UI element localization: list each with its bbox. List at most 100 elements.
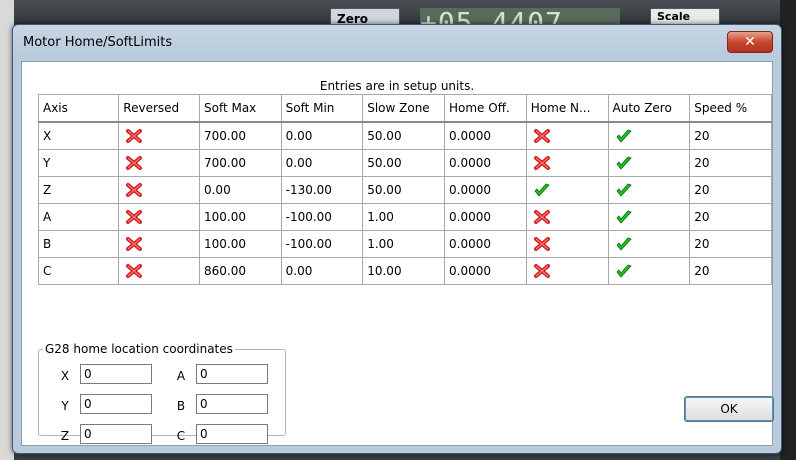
home-offset-cell[interactable]: 0.0000: [444, 149, 527, 177]
home-neg-cell[interactable]: [525, 230, 609, 258]
table-row[interactable]: A 100.00 -100.00 1.00 0.0000 20: [37, 203, 772, 231]
g28-a-label: A: [176, 369, 186, 383]
background-right-edge: [780, 0, 796, 460]
g28-y-input[interactable]: [80, 394, 152, 414]
dialog-titlebar[interactable]: Motor Home/SoftLimits ✕: [13, 25, 781, 61]
green-check-icon: [615, 209, 633, 225]
reversed-cell[interactable]: [118, 203, 200, 231]
g28-b-input[interactable]: [196, 394, 268, 414]
soft-min-cell[interactable]: 0.00: [280, 121, 364, 150]
auto-zero-cell[interactable]: [607, 230, 691, 258]
g28-legend: G28 home location coordinates: [45, 342, 233, 356]
g28-b-label: B: [176, 399, 186, 413]
table-row[interactable]: X 700.00 0.00 50.00 0.0000 20: [37, 121, 772, 150]
speed-cell[interactable]: 20: [689, 176, 772, 204]
soft-min-cell[interactable]: -130.00: [280, 176, 364, 204]
reversed-cell[interactable]: [118, 230, 200, 258]
home-offset-cell[interactable]: 0.0000: [444, 121, 527, 150]
green-check-icon: [615, 128, 633, 144]
speed-cell[interactable]: 20: [689, 121, 772, 150]
red-x-icon: [533, 236, 551, 252]
reversed-cell[interactable]: [118, 176, 200, 204]
g28-c-input[interactable]: [196, 424, 268, 444]
green-check-icon: [615, 155, 633, 171]
soft-min-cell[interactable]: 0.00: [280, 257, 364, 285]
speed-cell[interactable]: 20: [689, 203, 772, 231]
table-row[interactable]: Z 0.00 -130.00 50.00 0.0000 20: [37, 176, 772, 204]
column-header-axis[interactable]: Axis: [37, 94, 120, 123]
auto-zero-cell[interactable]: [607, 257, 691, 285]
slow-zone-cell[interactable]: 50.00: [362, 121, 445, 150]
soft-max-cell[interactable]: 0.00: [198, 176, 282, 204]
motor-home-softlimits-dialog: Motor Home/SoftLimits ✕ Entries are in s…: [12, 24, 782, 454]
soft-max-cell[interactable]: 860.00: [198, 257, 282, 285]
soft-max-cell[interactable]: 700.00: [198, 149, 282, 177]
g28-a-input[interactable]: [196, 364, 268, 384]
home-neg-cell[interactable]: [525, 149, 609, 177]
g28-c-label: C: [176, 429, 186, 443]
softlimits-table: Axis Reversed Soft Max Soft Min Slow Zon…: [37, 94, 772, 285]
home-offset-cell[interactable]: 0.0000: [444, 203, 527, 231]
dialog-title: Motor Home/SoftLimits: [23, 35, 173, 50]
axis-cell[interactable]: Y: [37, 149, 120, 177]
column-header-soft-min[interactable]: Soft Min: [280, 94, 364, 123]
column-header-auto-zero[interactable]: Auto Zero: [607, 94, 691, 123]
soft-min-cell[interactable]: 0.00: [280, 149, 364, 177]
green-check-icon: [615, 263, 633, 279]
auto-zero-cell[interactable]: [607, 203, 691, 231]
g28-y-label: Y: [61, 399, 69, 413]
home-offset-cell[interactable]: 0.0000: [444, 176, 527, 204]
axis-cell[interactable]: C: [37, 257, 120, 285]
g28-z-label: Z: [60, 429, 70, 443]
slow-zone-cell[interactable]: 50.00: [362, 149, 445, 177]
column-header-home-neg[interactable]: Home N...: [525, 94, 609, 123]
table-row[interactable]: Y 700.00 0.00 50.00 0.0000 20: [37, 149, 772, 177]
home-neg-cell[interactable]: [525, 176, 609, 204]
table-row[interactable]: B 100.00 -100.00 1.00 0.0000 20: [37, 230, 772, 258]
ok-button[interactable]: OK: [684, 396, 774, 422]
soft-max-cell[interactable]: 100.00: [198, 230, 282, 258]
soft-min-cell[interactable]: -100.00: [280, 230, 364, 258]
table-row[interactable]: C 860.00 0.00 10.00 0.0000 20: [37, 257, 772, 285]
dialog-client-area: Entries are in setup units. Axis Reverse…: [21, 61, 774, 446]
reversed-cell[interactable]: [118, 149, 200, 177]
auto-zero-cell[interactable]: [607, 121, 691, 150]
axis-cell[interactable]: X: [37, 121, 120, 150]
green-check-icon: [615, 182, 633, 198]
slow-zone-cell[interactable]: 10.00: [362, 257, 445, 285]
axis-cell[interactable]: A: [37, 203, 120, 231]
speed-cell[interactable]: 20: [689, 149, 772, 177]
home-neg-cell[interactable]: [525, 121, 609, 150]
column-header-soft-max[interactable]: Soft Max: [198, 94, 282, 123]
column-header-slow-zone[interactable]: Slow Zone: [362, 94, 445, 123]
g28-z-input[interactable]: [80, 424, 152, 444]
g28-x-input[interactable]: [80, 364, 152, 384]
reversed-cell[interactable]: [118, 257, 200, 285]
column-header-reversed[interactable]: Reversed: [118, 94, 200, 123]
table-header-row: Axis Reversed Soft Max Soft Min Slow Zon…: [37, 94, 772, 123]
home-offset-cell[interactable]: 0.0000: [444, 230, 527, 258]
speed-cell[interactable]: 20: [689, 257, 772, 285]
soft-min-cell[interactable]: -100.00: [280, 203, 364, 231]
reversed-cell[interactable]: [118, 121, 200, 150]
auto-zero-cell[interactable]: [607, 176, 691, 204]
home-neg-cell[interactable]: [525, 203, 609, 231]
slow-zone-cell[interactable]: 1.00: [362, 203, 445, 231]
axis-cell[interactable]: B: [37, 230, 120, 258]
red-x-icon: [125, 155, 143, 171]
close-button[interactable]: ✕: [727, 31, 773, 53]
auto-zero-cell[interactable]: [607, 149, 691, 177]
home-offset-cell[interactable]: 0.0000: [444, 257, 527, 285]
g28-x-label: X: [60, 369, 70, 383]
home-neg-cell[interactable]: [525, 257, 609, 285]
column-header-speed[interactable]: Speed %: [689, 94, 772, 123]
soft-max-cell[interactable]: 100.00: [198, 203, 282, 231]
soft-max-cell[interactable]: 700.00: [198, 121, 282, 150]
column-header-home-offset[interactable]: Home Off.: [444, 94, 527, 123]
close-icon: ✕: [744, 34, 756, 50]
slow-zone-cell[interactable]: 1.00: [362, 230, 445, 258]
slow-zone-cell[interactable]: 50.00: [362, 176, 445, 204]
red-x-icon: [125, 128, 143, 144]
speed-cell[interactable]: 20: [689, 230, 772, 258]
axis-cell[interactable]: Z: [37, 176, 120, 204]
